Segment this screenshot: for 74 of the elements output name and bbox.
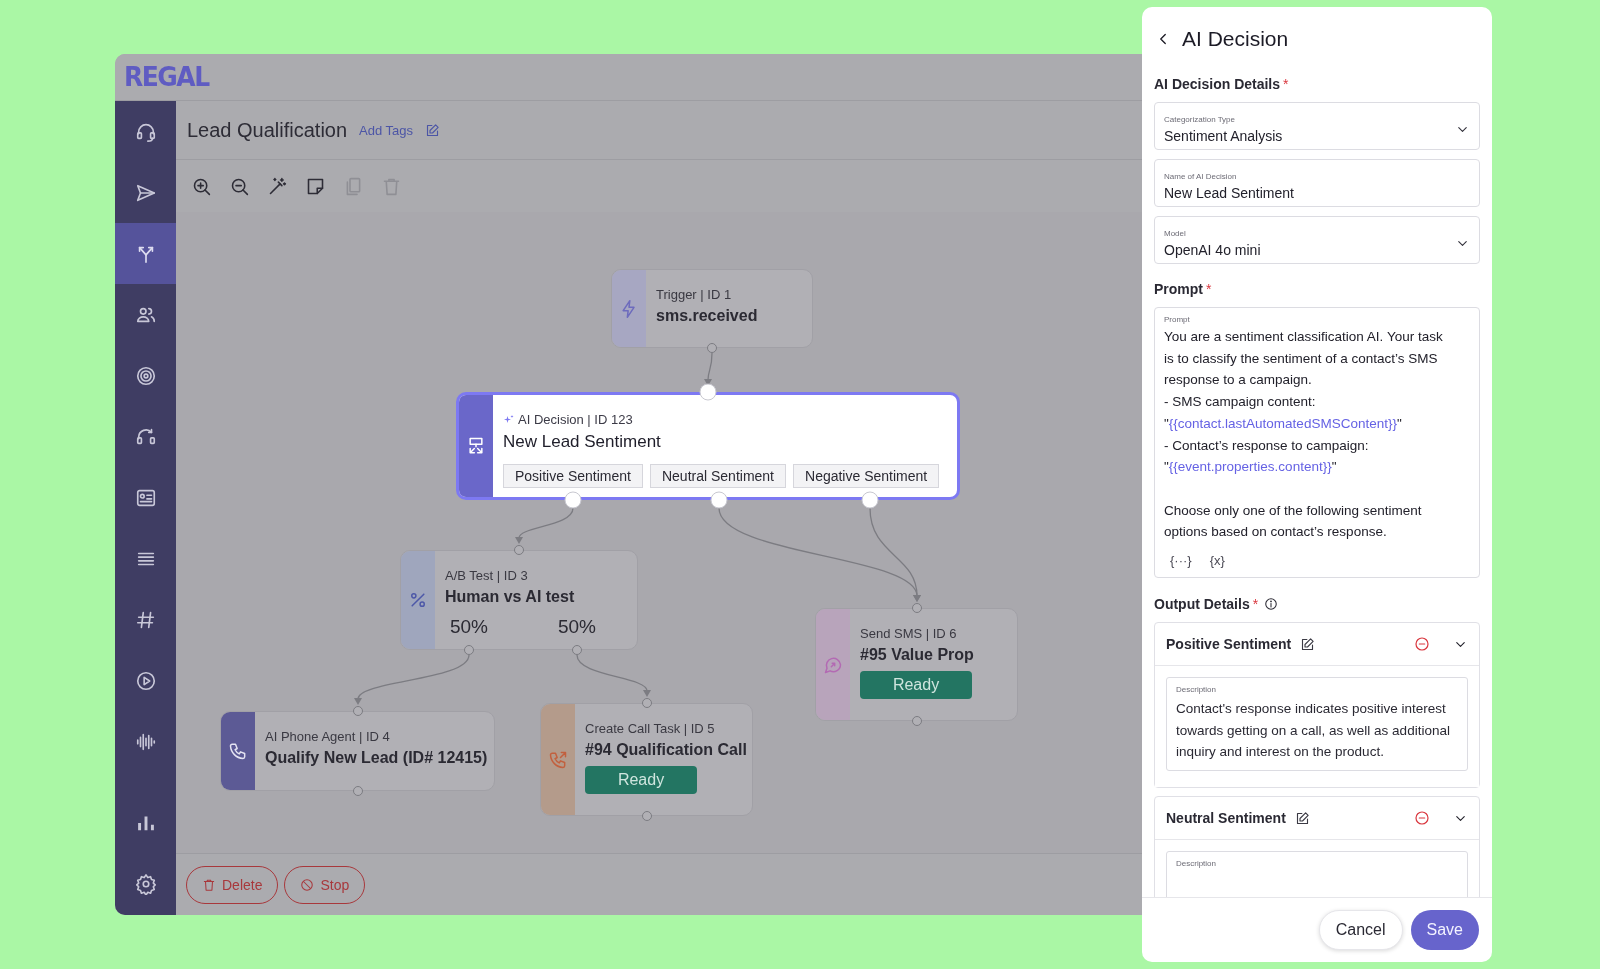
flow-node[interactable]: AI Phone Agent | ID 4 Qualify New Lead (ID# 12415) xyxy=(220,711,495,791)
play-icon xyxy=(134,669,157,692)
prompt-field[interactable] xyxy=(1154,307,1480,578)
description-text: Contact's response indicates positive interest towards getting on a call, as well as additional inquiry and interest on the product. xyxy=(1176,700,1451,762)
remove-icon xyxy=(1414,636,1430,652)
node-header: AI Phone Agent | ID 4 xyxy=(265,729,390,744)
connection-port[interactable] xyxy=(861,491,879,509)
split-percentage: 50% xyxy=(449,616,489,638)
dropdown-field[interactable]: Categorization Type Sentiment Analysis xyxy=(1154,102,1480,150)
node-header: A/B Test | ID 3 xyxy=(445,568,528,583)
stop-icon xyxy=(300,877,315,892)
remove-icon xyxy=(1414,810,1430,827)
connection-port[interactable] xyxy=(710,491,728,509)
phone-icon xyxy=(228,741,248,761)
node-title: #95 Value Prop xyxy=(860,646,975,664)
connector-arrow xyxy=(515,507,574,544)
output-chip[interactable]: Negative Sentiment xyxy=(793,464,940,488)
section-heading: Output Details xyxy=(1154,596,1250,612)
prompt-text: You are a sentiment classification AI. Your task is to classify the sentiment of a contact’s SMS response to a campaign. - SMS campaign content: "{{contact.lastAutomatedSMSContent}}" - Contact’s response to campaign: "{{event.properties.content}}" Choose only one of the following sentiment options based on contact’s response. xyxy=(1164,328,1444,542)
logo: REGAL xyxy=(124,61,209,93)
field-label: Description xyxy=(1176,859,1217,869)
connector-arrow xyxy=(704,352,713,386)
flow-node[interactable]: A/B Test | ID 3 Human vs AI test 50% 50% xyxy=(400,550,638,650)
flow-icon xyxy=(466,436,486,456)
dropdown-field[interactable]: Model OpenAI 4o mini xyxy=(1154,216,1480,264)
output-chip[interactable]: Positive Sentiment xyxy=(503,464,643,488)
info-icon xyxy=(1264,597,1279,611)
node-title: sms.received xyxy=(656,307,759,325)
output-chip[interactable]: Neutral Sentiment xyxy=(649,464,786,488)
insert-variable-button[interactable]: {x} xyxy=(1209,553,1225,568)
target-icon xyxy=(134,364,157,387)
connection-port[interactable] xyxy=(699,383,717,401)
description-field[interactable]: Description Contact's response indicates positive interest towards getting on a call, as well as additional inquiry and interest on the product. xyxy=(1166,677,1468,772)
output-name: Neutral Sentiment xyxy=(1166,810,1286,827)
save-button[interactable]: Save xyxy=(1410,910,1479,950)
node-header: AI Decision | ID 123 xyxy=(518,412,633,427)
status-button[interactable]: Ready xyxy=(860,671,972,699)
flow-node[interactable]: Trigger | ID 1 sms.received xyxy=(611,269,813,348)
flow-title: Lead Qualification xyxy=(187,118,348,142)
section-heading: AI Decision Details xyxy=(1154,76,1281,92)
required-mark: * xyxy=(1206,281,1212,297)
edit-button[interactable] xyxy=(1300,636,1316,652)
node-title: New Lead Sentiment xyxy=(503,432,662,452)
connection-port[interactable] xyxy=(564,491,582,509)
required-mark: * xyxy=(1283,76,1289,92)
edit-icon xyxy=(425,122,441,138)
field-label: Description xyxy=(1176,685,1217,694)
phone-icon xyxy=(548,749,568,770)
split-percentage: 50% xyxy=(557,616,597,638)
text-field[interactable]: Name of AI Decision New Lead Sentiment xyxy=(1154,159,1480,207)
insert-variable-button[interactable]: {···} xyxy=(1170,553,1192,568)
settings-icon xyxy=(134,872,157,895)
node-header: Trigger | ID 1 xyxy=(656,287,732,302)
flow-node[interactable]: AI Decision | ID 123 New Lead Sentiment Positive Sentiment Neutral Sentiment Negative Sentiment xyxy=(456,392,960,500)
trash-icon xyxy=(202,877,216,892)
output-name: Positive Sentiment xyxy=(1166,636,1292,652)
edit-icon xyxy=(1300,636,1316,652)
percent-icon xyxy=(408,590,428,610)
flow-node[interactable]: Create Call Task | ID 5 #94 Qualification Call Ready xyxy=(540,703,753,816)
remove-button[interactable] xyxy=(1414,636,1430,652)
node-title: Human vs AI test xyxy=(445,588,576,606)
edit-button[interactable] xyxy=(1294,810,1310,826)
required-mark: * xyxy=(1252,596,1259,612)
remove-button[interactable] xyxy=(1414,810,1430,827)
node-header: Create Call Task | ID 5 xyxy=(585,721,715,736)
status-button[interactable]: Ready xyxy=(585,766,697,794)
field-label: Prompt xyxy=(1164,315,1191,324)
section-heading: Prompt xyxy=(1154,281,1203,297)
node-header: Send SMS | ID 6 xyxy=(860,626,957,641)
flow-node[interactable]: Send SMS | ID 6 #95 Value Prop Ready xyxy=(815,608,1018,721)
cancel-button[interactable]: Cancel xyxy=(1318,910,1403,950)
edit-icon xyxy=(1294,810,1310,826)
sparkle-icon xyxy=(503,413,515,426)
panel-title: AI Decision xyxy=(1182,27,1289,51)
